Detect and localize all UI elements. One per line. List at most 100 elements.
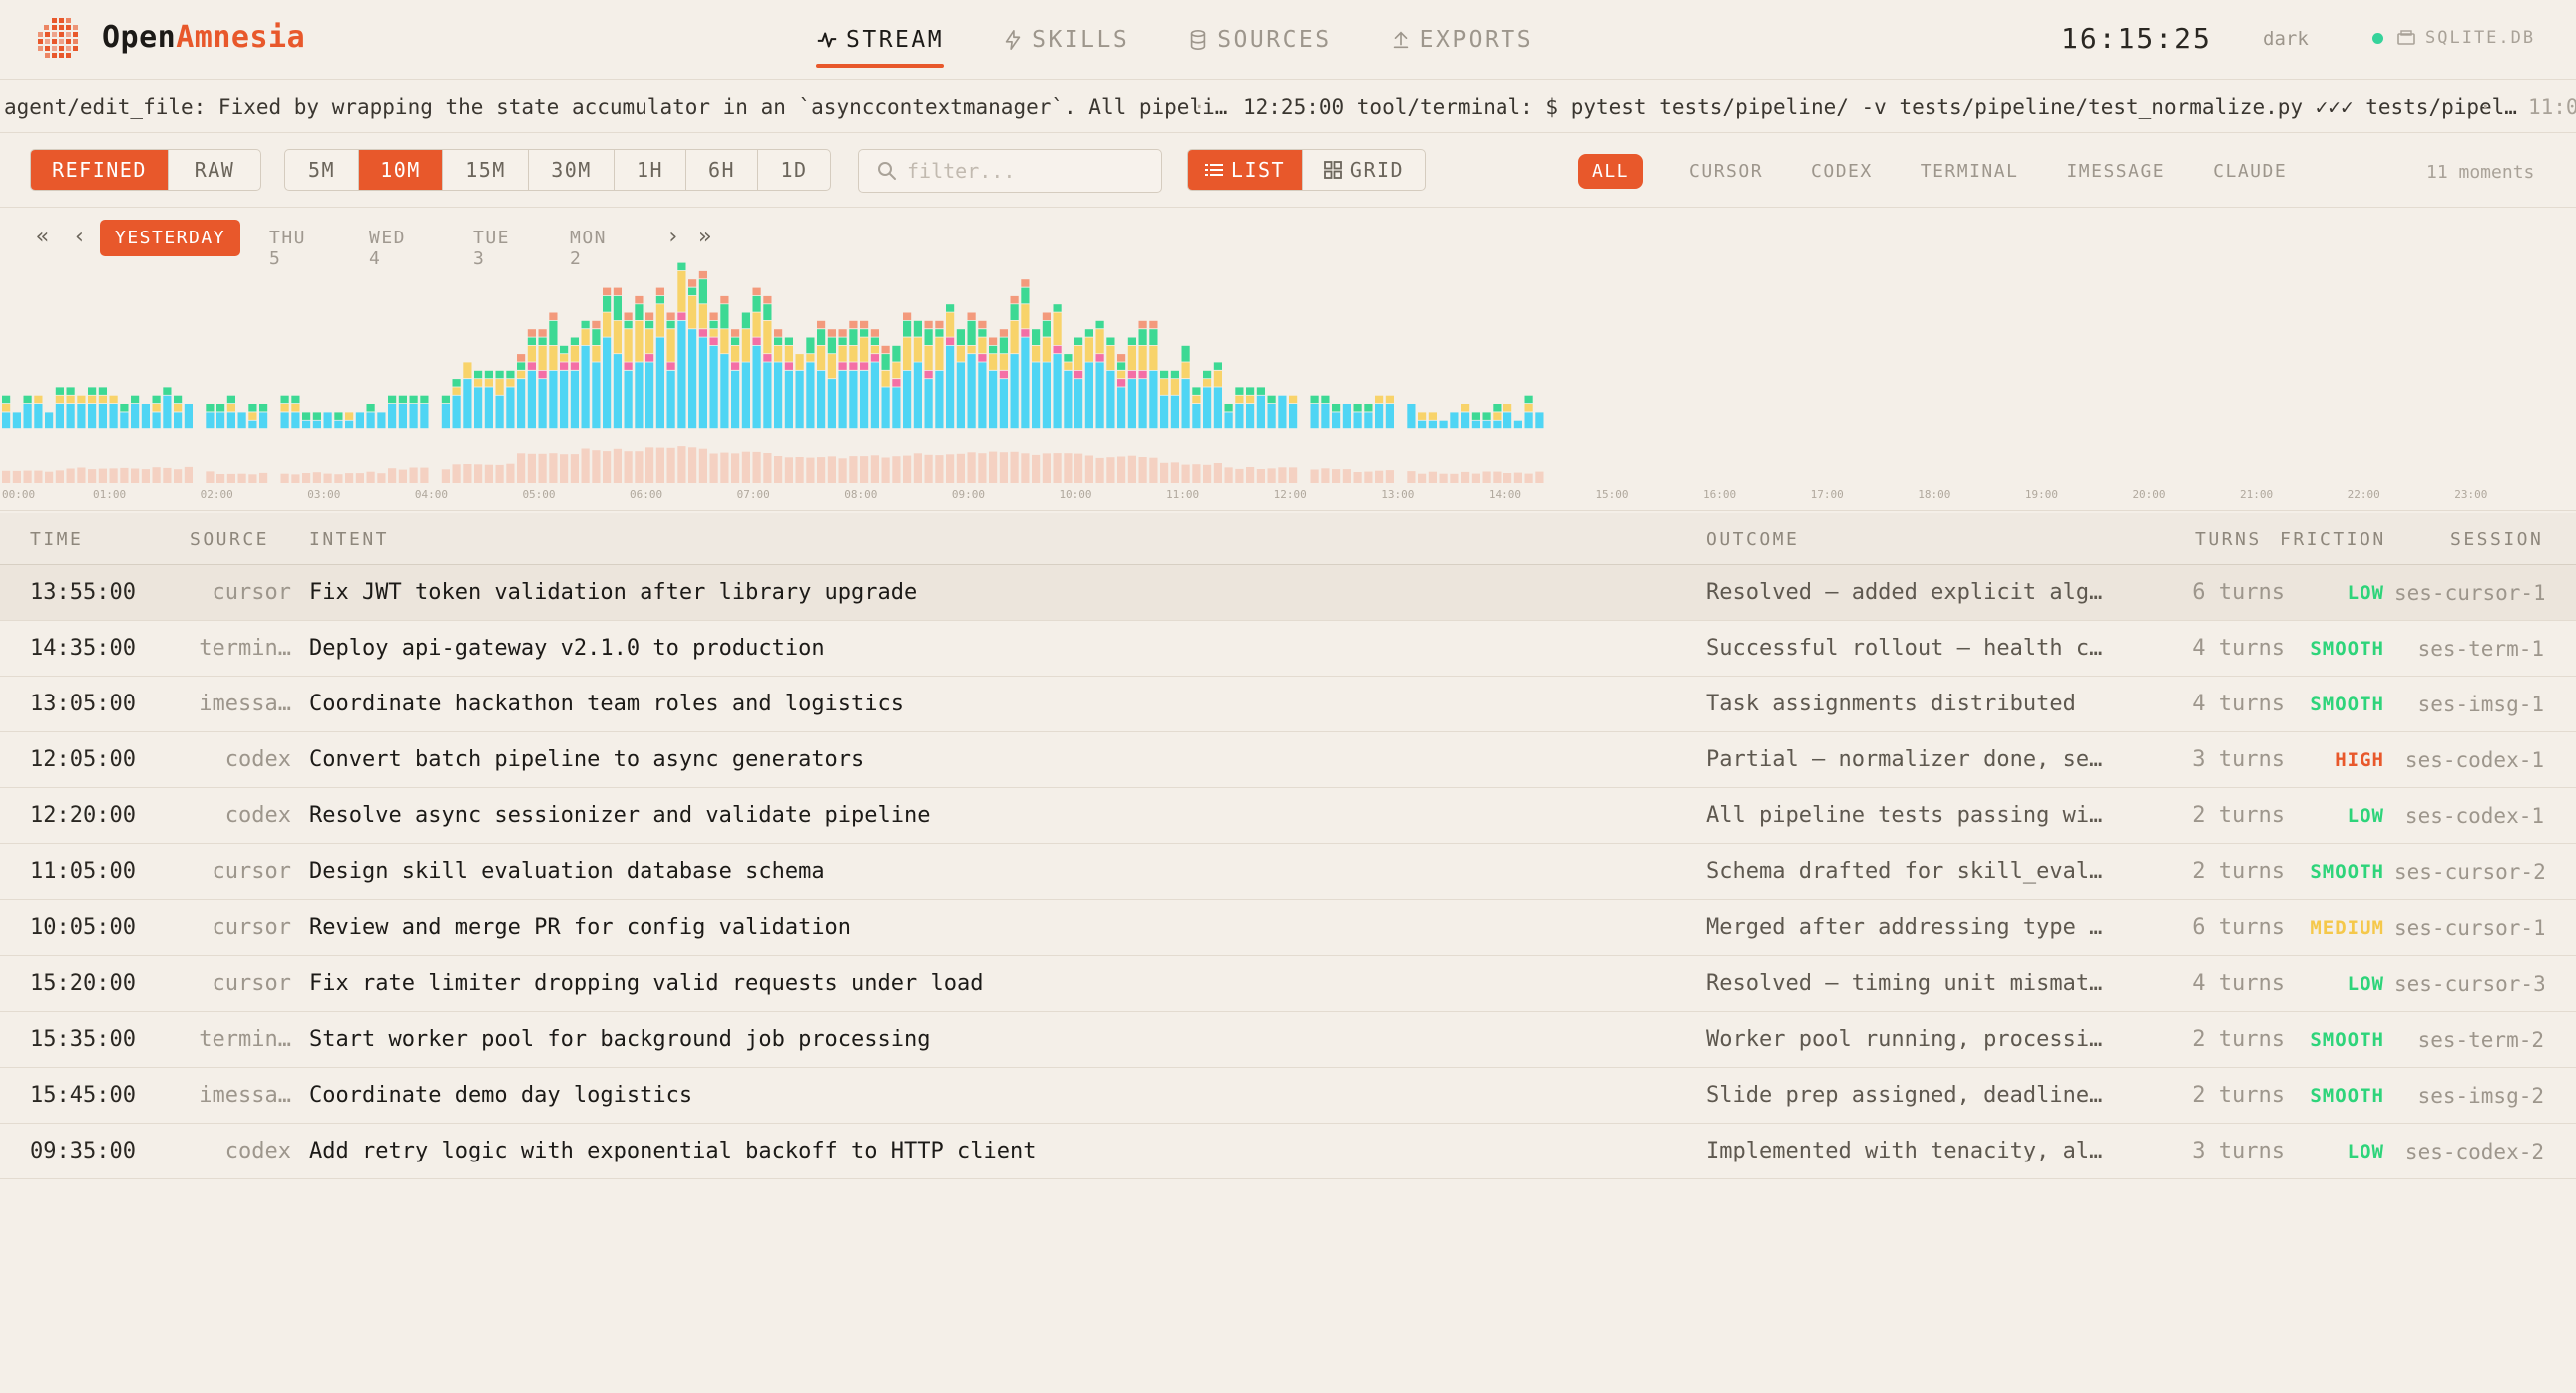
- histogram-bar-segment[interactable]: [688, 287, 697, 296]
- histogram-bar-segment[interactable]: [860, 337, 869, 362]
- histogram-bar-segment[interactable]: [1535, 412, 1544, 429]
- histogram-bar-segment[interactable]: [248, 420, 257, 429]
- histogram-bar-segment[interactable]: [924, 329, 933, 345]
- source-claude-button[interactable]: CLAUDE: [2213, 161, 2287, 182]
- histogram-bar-segment[interactable]: [259, 404, 268, 412]
- histogram-bar-segment[interactable]: [517, 379, 526, 429]
- histogram-bar-segment[interactable]: [1503, 404, 1512, 412]
- histogram-bar-segment[interactable]: [1138, 329, 1147, 345]
- histogram-bar-segment[interactable]: [881, 345, 890, 354]
- histogram-bar-segment[interactable]: [1493, 404, 1502, 412]
- histogram-bar-segment[interactable]: [1310, 404, 1319, 429]
- histogram-bar-segment[interactable]: [409, 404, 418, 429]
- histogram-bar-segment[interactable]: [1513, 420, 1522, 429]
- histogram-bar-segment[interactable]: [1127, 370, 1136, 379]
- histogram-bar-segment[interactable]: [1042, 362, 1051, 429]
- histogram-bar-segment[interactable]: [1428, 420, 1437, 429]
- histogram-bar-segment[interactable]: [1192, 395, 1201, 404]
- histogram-bar-segment[interactable]: [763, 354, 772, 362]
- histogram-bar-segment[interactable]: [1256, 395, 1265, 429]
- histogram-bar-segment[interactable]: [720, 354, 729, 429]
- histogram-bar-segment[interactable]: [527, 329, 536, 337]
- histogram-bar-segment[interactable]: [1084, 337, 1093, 362]
- histogram-bar-segment[interactable]: [999, 354, 1008, 370]
- histogram-chart[interactable]: 00:00 01:00 02:00 03:00 04:00 05:00 06:00 07:00…: [0, 261, 2576, 511]
- histogram-bar-segment[interactable]: [1138, 370, 1147, 379]
- histogram-bar-segment[interactable]: [291, 395, 300, 404]
- histogram-bar-segment[interactable]: [1375, 404, 1384, 429]
- histogram-bar-segment[interactable]: [1289, 404, 1298, 429]
- histogram-bar-segment[interactable]: [345, 412, 354, 420]
- histogram-bar-segment[interactable]: [784, 370, 793, 429]
- histogram-bar-segment[interactable]: [881, 387, 890, 429]
- histogram-bar-segment[interactable]: [474, 379, 483, 387]
- histogram-bar-segment[interactable]: [956, 329, 965, 345]
- histogram-bar-segment[interactable]: [152, 395, 161, 404]
- histogram-bar-segment[interactable]: [1213, 362, 1222, 370]
- histogram-bar-segment[interactable]: [731, 329, 740, 337]
- histogram-bar-segment[interactable]: [226, 404, 235, 412]
- histogram-bar-segment[interactable]: [302, 420, 311, 429]
- histogram-bar-segment[interactable]: [452, 387, 461, 395]
- ticker-item[interactable]: agent/edit_file: Fixed by wrapping the s…: [4, 95, 1227, 119]
- histogram-bar-segment[interactable]: [109, 395, 118, 404]
- histogram-bar-segment[interactable]: [784, 345, 793, 362]
- histogram-bar-segment[interactable]: [655, 337, 664, 429]
- histogram-bar-segment[interactable]: [1181, 362, 1190, 379]
- histogram-bar-segment[interactable]: [1053, 304, 1062, 312]
- histogram-bar-segment[interactable]: [1021, 337, 1030, 429]
- histogram-bar-segment[interactable]: [978, 320, 987, 329]
- col-turns-header[interactable]: TURNS: [2195, 529, 2262, 550]
- histogram-bar-segment[interactable]: [206, 404, 215, 412]
- histogram-bar-segment[interactable]: [527, 362, 536, 370]
- histogram-bar-segment[interactable]: [860, 320, 869, 329]
- histogram-bar-segment[interactable]: [88, 387, 97, 395]
- histogram-bar-segment[interactable]: [1471, 412, 1480, 420]
- histogram-bar-segment[interactable]: [1321, 395, 1330, 404]
- histogram-bar-segment[interactable]: [55, 395, 64, 404]
- histogram-bar-segment[interactable]: [1160, 370, 1169, 379]
- histogram-bar-segment[interactable]: [88, 404, 97, 429]
- histogram-bar-segment[interactable]: [517, 370, 526, 379]
- histogram-bar-segment[interactable]: [903, 370, 912, 429]
- histogram-bar-segment[interactable]: [978, 362, 987, 429]
- histogram-bar-segment[interactable]: [1117, 354, 1126, 362]
- histogram-bar-segment[interactable]: [720, 295, 729, 304]
- histogram-bar-segment[interactable]: [731, 370, 740, 429]
- histogram-bar-segment[interactable]: [999, 329, 1008, 337]
- histogram-bar-segment[interactable]: [1095, 362, 1104, 429]
- histogram-bar-segment[interactable]: [698, 329, 707, 337]
- histogram-bar-segment[interactable]: [1095, 320, 1104, 329]
- histogram-bar-segment[interactable]: [1310, 395, 1319, 404]
- histogram-bar-segment[interactable]: [355, 412, 364, 429]
- histogram-bar-segment[interactable]: [1064, 362, 1073, 370]
- histogram-bar-segment[interactable]: [377, 412, 386, 429]
- histogram-bar-segment[interactable]: [1117, 370, 1126, 379]
- histogram-bar-segment[interactable]: [838, 370, 847, 429]
- histogram-bar-segment[interactable]: [1256, 387, 1265, 395]
- histogram-bar-segment[interactable]: [903, 320, 912, 337]
- histogram-bar-segment[interactable]: [1010, 304, 1019, 320]
- histogram-bar-segment[interactable]: [752, 345, 761, 429]
- histogram-bar-segment[interactable]: [624, 370, 633, 429]
- histogram-bar-segment[interactable]: [163, 395, 172, 429]
- histogram-bar-segment[interactable]: [388, 395, 397, 404]
- histogram-bar-segment[interactable]: [527, 337, 536, 346]
- histogram-bar-segment[interactable]: [1127, 379, 1136, 429]
- histogram-bar-segment[interactable]: [280, 412, 289, 429]
- histogram-bar-segment[interactable]: [881, 354, 890, 370]
- histogram-bar-segment[interactable]: [688, 329, 697, 429]
- histogram-bar-segment[interactable]: [549, 312, 558, 321]
- histogram-bar-segment[interactable]: [226, 395, 235, 404]
- histogram-bar-segment[interactable]: [967, 345, 976, 354]
- histogram-bar-segment[interactable]: [827, 329, 836, 337]
- histogram-bar-segment[interactable]: [989, 345, 998, 354]
- histogram-bar-segment[interactable]: [23, 395, 32, 404]
- histogram-bar-segment[interactable]: [538, 329, 547, 337]
- histogram-bar-segment[interactable]: [1149, 345, 1158, 370]
- histogram-bar-segment[interactable]: [752, 287, 761, 296]
- histogram-bar-segment[interactable]: [645, 354, 654, 362]
- histogram-bar-segment[interactable]: [1032, 329, 1041, 345]
- histogram-bar-segment[interactable]: [677, 320, 686, 429]
- histogram-bar-segment[interactable]: [517, 362, 526, 370]
